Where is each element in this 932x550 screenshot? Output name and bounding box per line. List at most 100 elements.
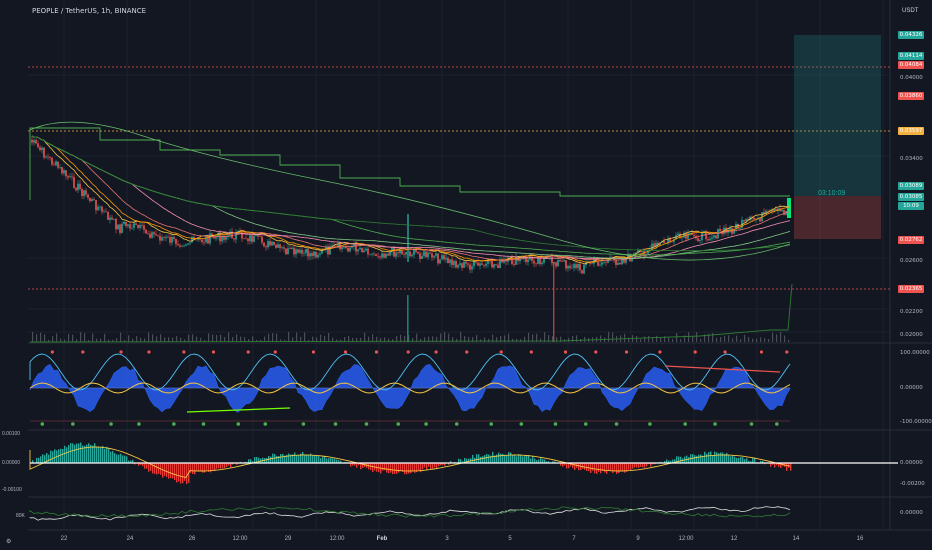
macd-histogram-bar bbox=[198, 463, 200, 472]
signal-dot bbox=[406, 350, 410, 354]
macd-axis-label: -0.00200 bbox=[900, 481, 925, 487]
candle-body bbox=[259, 236, 261, 238]
stop-loss-zone bbox=[794, 196, 881, 239]
candle-body bbox=[739, 227, 741, 229]
macd-histogram-bar bbox=[504, 454, 506, 463]
candle-body bbox=[295, 249, 297, 255]
macd-histogram-bar bbox=[186, 463, 188, 485]
candle-body bbox=[689, 232, 691, 234]
volume-bar bbox=[716, 337, 718, 342]
signal-dot bbox=[211, 350, 216, 354]
macd-histogram-bar bbox=[506, 455, 508, 463]
candle-body bbox=[189, 242, 191, 244]
candle-body bbox=[153, 232, 155, 235]
symbol-title[interactable]: PEOPLE / TetherUS, 1h, BINANCE bbox=[32, 7, 146, 15]
volume-bar bbox=[668, 337, 670, 342]
signal-dot bbox=[454, 422, 459, 426]
macd-histogram-bar bbox=[62, 449, 64, 463]
signal-dot bbox=[499, 350, 503, 354]
macd-histogram-bar bbox=[714, 451, 716, 463]
candle-body bbox=[187, 243, 189, 245]
candle-body bbox=[39, 147, 41, 150]
candle-body bbox=[565, 260, 567, 269]
macd-histogram-bar bbox=[604, 463, 606, 473]
candle-body bbox=[181, 246, 183, 247]
candle-body bbox=[243, 238, 245, 239]
chart-canvas[interactable] bbox=[0, 0, 932, 550]
signal-dot bbox=[301, 422, 306, 426]
time-axis-label: 12:00 bbox=[232, 536, 248, 542]
price-axis-label: 0.03400 bbox=[900, 156, 923, 162]
volume-bar bbox=[176, 336, 178, 342]
macd-histogram-bar bbox=[298, 455, 300, 463]
macd-histogram-bar bbox=[70, 443, 72, 463]
volume-bar bbox=[756, 338, 758, 342]
signal-dot bbox=[759, 350, 764, 354]
signal-dot bbox=[489, 422, 494, 426]
time-axis-label: 16 bbox=[856, 536, 864, 542]
macd-histogram-bar bbox=[514, 455, 516, 463]
candle-body bbox=[719, 228, 721, 232]
candle-body bbox=[57, 161, 59, 168]
settings-icon[interactable]: ⚙ bbox=[6, 538, 11, 545]
macd-histogram-bar bbox=[306, 455, 308, 463]
macd-histogram-bar bbox=[510, 452, 512, 463]
candle-body bbox=[745, 219, 747, 222]
macd-left-label: 0.00000 bbox=[2, 460, 21, 466]
candle-body bbox=[75, 187, 77, 191]
macd-histogram-bar bbox=[610, 463, 612, 472]
macd-histogram-bar bbox=[200, 463, 202, 472]
macd-histogram-bar bbox=[584, 463, 586, 470]
macd-histogram-bar bbox=[608, 463, 610, 471]
candle-body bbox=[127, 224, 129, 226]
macd-histogram-bar bbox=[36, 457, 38, 463]
candle-body bbox=[543, 258, 545, 263]
candle-body bbox=[289, 248, 291, 250]
macd-histogram-bar bbox=[192, 463, 194, 474]
macd-histogram-bar bbox=[618, 463, 620, 474]
macd-histogram-bar bbox=[620, 463, 622, 471]
volume-bar bbox=[772, 332, 774, 342]
macd-histogram-bar bbox=[372, 463, 374, 473]
macd-histogram-bar bbox=[74, 444, 76, 463]
volume-bar bbox=[656, 335, 658, 342]
macd-histogram-bar bbox=[180, 463, 182, 484]
candle-body bbox=[411, 254, 413, 257]
candle-body bbox=[431, 253, 433, 258]
signal-dot bbox=[333, 422, 338, 426]
macd-histogram-bar bbox=[616, 463, 618, 474]
candle-body bbox=[375, 254, 377, 256]
macd-histogram-bar bbox=[622, 463, 624, 472]
candle-body bbox=[35, 140, 37, 144]
macd-histogram-bar bbox=[492, 451, 494, 463]
candle-body bbox=[263, 242, 265, 247]
candle-body bbox=[397, 252, 399, 254]
macd-histogram-bar bbox=[60, 448, 62, 463]
volume-bar bbox=[268, 333, 270, 342]
macd-histogram-bar bbox=[330, 457, 332, 463]
macd-histogram-bar bbox=[522, 456, 524, 463]
candle-body bbox=[711, 237, 713, 239]
volume-bar bbox=[212, 334, 214, 342]
osc-axis-label: 100.00000 bbox=[900, 350, 930, 356]
candle-body bbox=[663, 241, 665, 244]
volume-bar bbox=[752, 338, 754, 342]
volume-bar bbox=[128, 335, 130, 342]
volume-bar bbox=[220, 334, 222, 342]
candle-body bbox=[133, 223, 135, 228]
macd-histogram-bar bbox=[178, 463, 180, 482]
macd-histogram-bar bbox=[516, 456, 518, 463]
volume-bar bbox=[696, 332, 698, 342]
macd-histogram-bar bbox=[266, 457, 268, 463]
macd-histogram-bar bbox=[598, 463, 600, 472]
macd-histogram-bar bbox=[96, 446, 98, 463]
price-axis-label: 0.04000 bbox=[900, 75, 923, 81]
macd-histogram-bar bbox=[316, 455, 318, 463]
time-axis-label: 22 bbox=[60, 536, 68, 542]
candle-body bbox=[141, 225, 143, 226]
candle-body bbox=[599, 264, 601, 266]
volume-bar bbox=[712, 333, 714, 342]
signal-dot bbox=[465, 350, 469, 354]
candle-body bbox=[111, 217, 113, 220]
price-tag: 0.04114 bbox=[898, 52, 924, 61]
